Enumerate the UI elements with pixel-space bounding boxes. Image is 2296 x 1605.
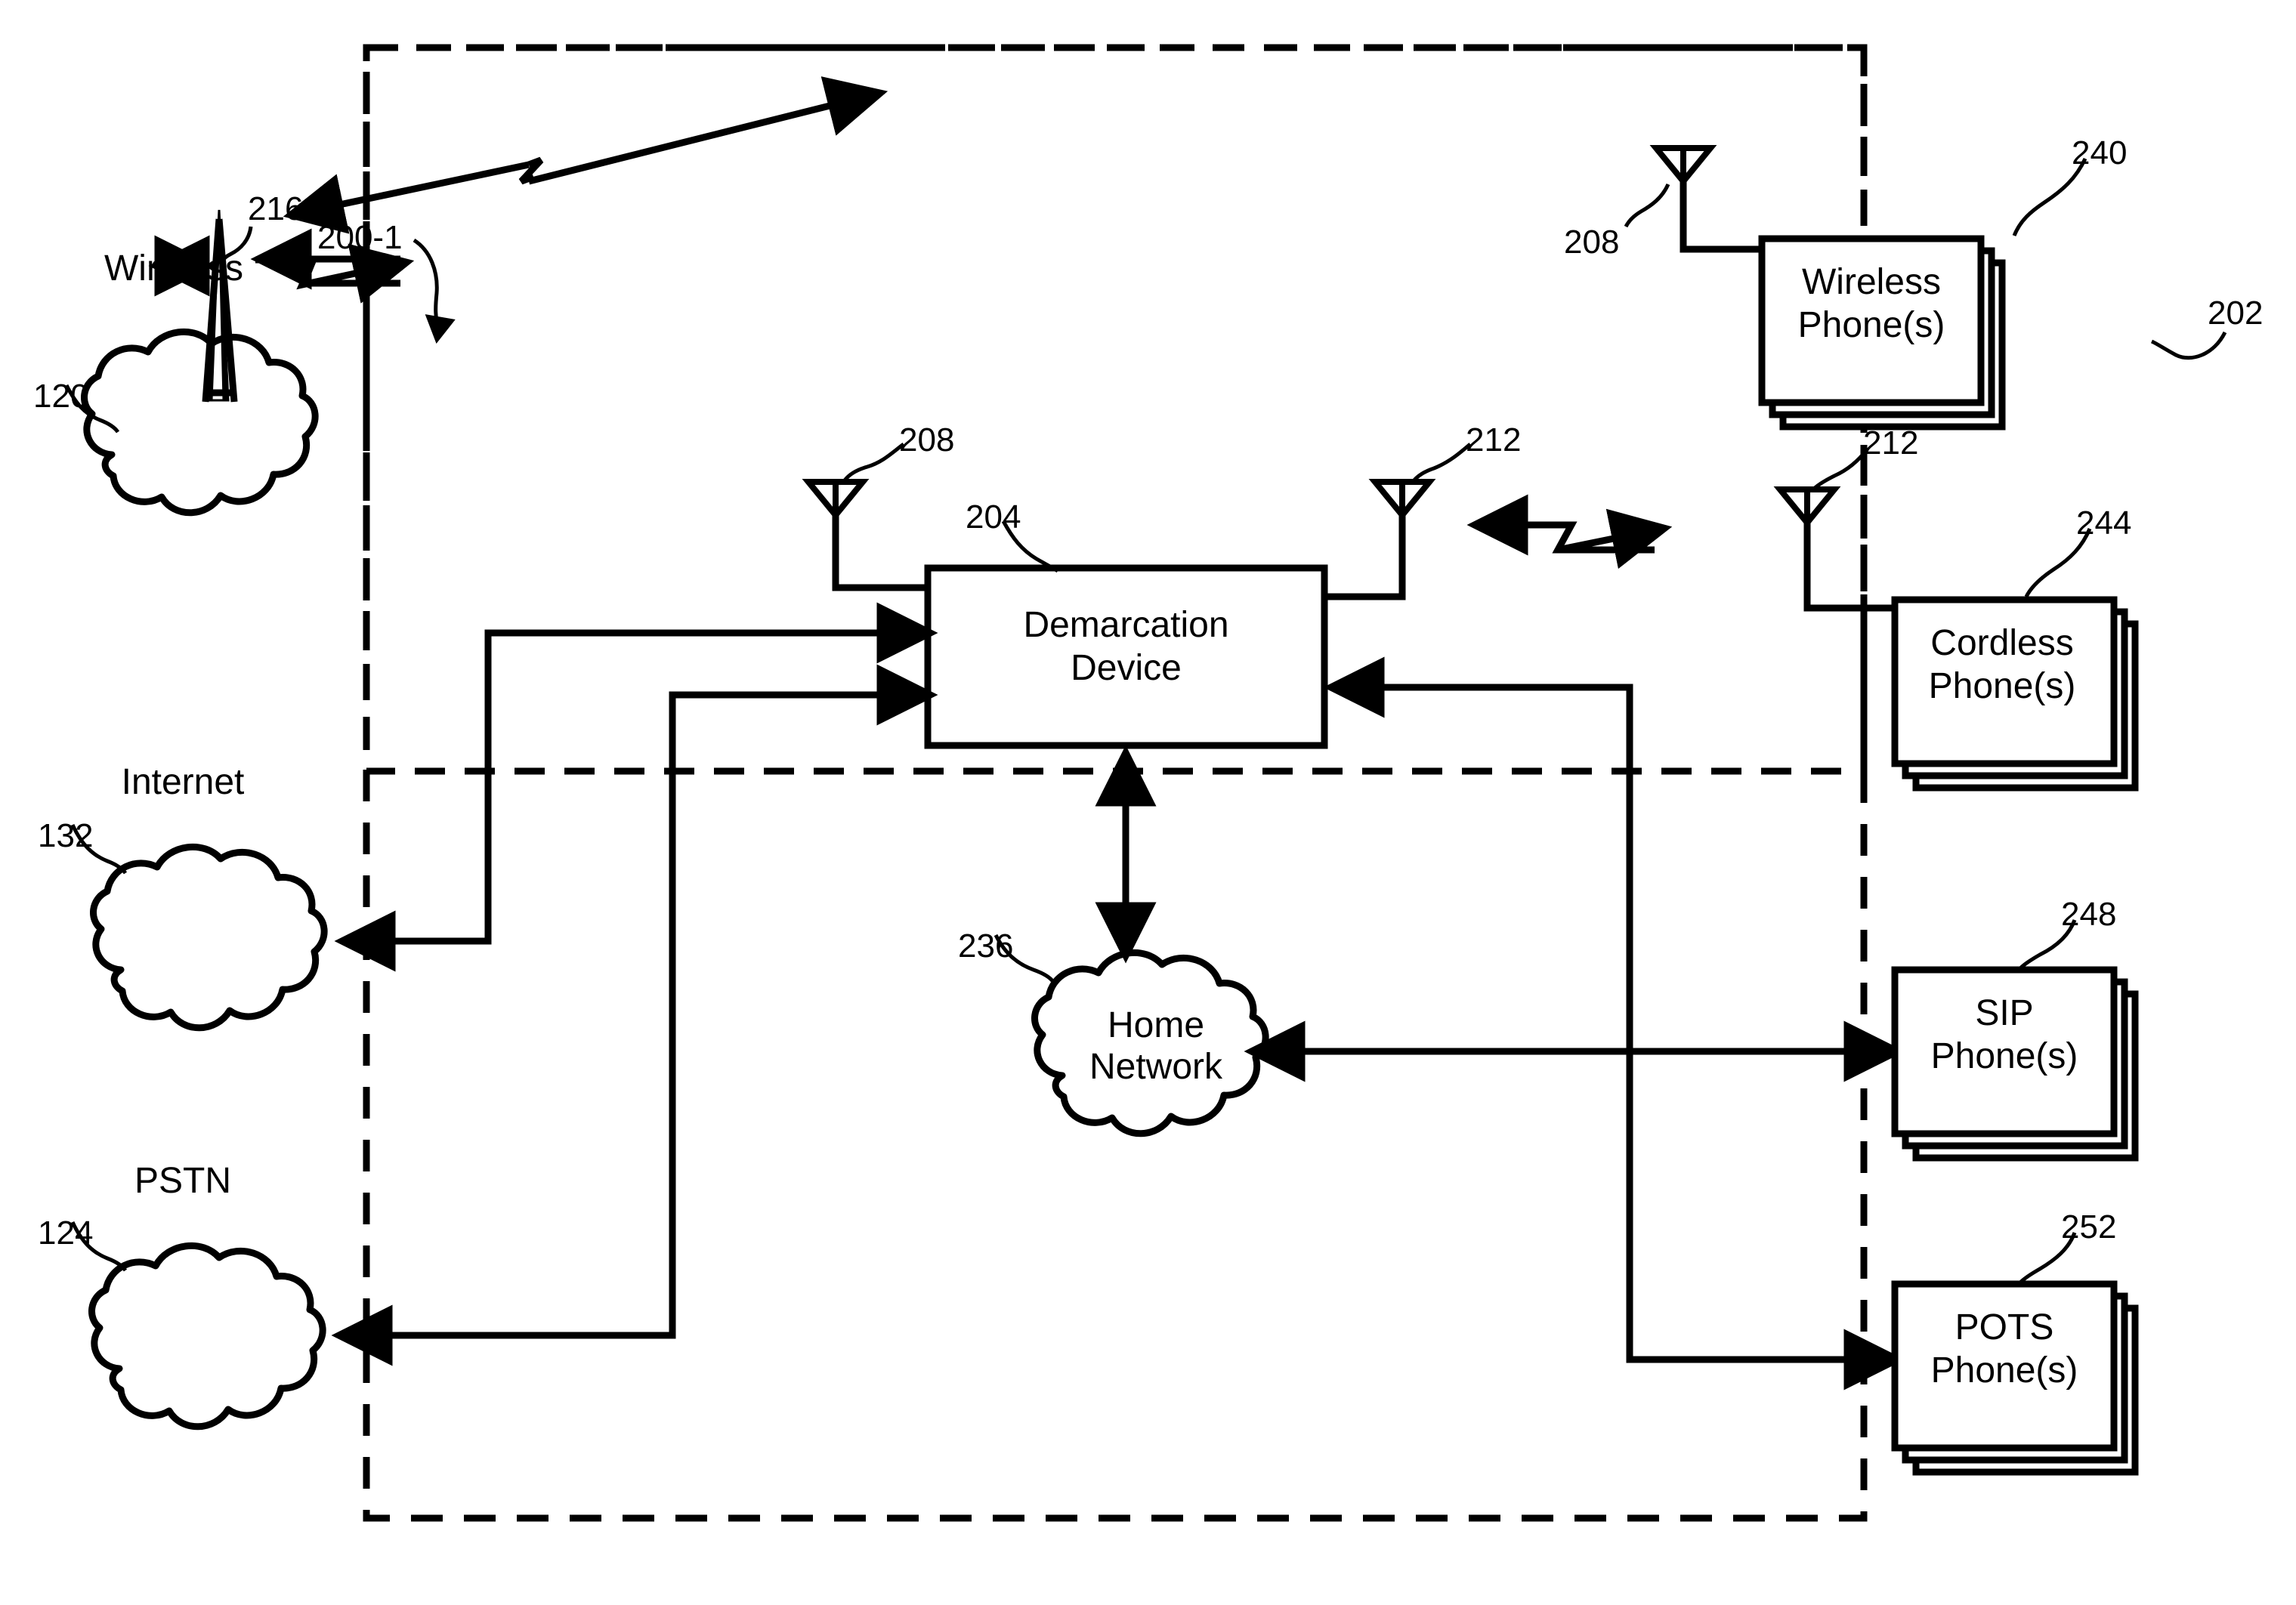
pstn-cloud-shape	[88, 1242, 326, 1431]
ref-244: 244	[2076, 505, 2132, 542]
home-network-cloud-label: Home Network	[1089, 1005, 1223, 1088]
leader-200-1	[413, 238, 440, 327]
antenna-demarc-cellular-glyph	[802, 479, 884, 591]
ref-248: 248	[2061, 896, 2117, 933]
leader-212-demarc	[1411, 443, 1472, 483]
sip-phones-label: SIP Phone(s)	[1930, 993, 2078, 1076]
demarcation-device-label: Demarcation Device	[1023, 605, 1229, 688]
pstn-cloud-label: PSTN	[134, 1161, 231, 1201]
ref-212-demarc: 212	[1466, 421, 1522, 458]
rf-link-tower-to-wireless-phone-left	[283, 161, 530, 234]
ref-208-phone: 208	[1564, 224, 1620, 261]
ref-202: 202	[2208, 295, 2264, 332]
ref-212-phone: 212	[1863, 424, 1919, 461]
wire-demarc-to-internet	[334, 602, 938, 972]
internet-cloud-shape	[90, 843, 328, 1032]
wireless-cloud-shape	[81, 328, 319, 517]
rf-link-tower-to-wireless-phone-right	[527, 76, 888, 185]
ref-124: 124	[38, 1215, 94, 1252]
internet-cloud-label: Internet	[121, 762, 245, 802]
ref-208-demarc: 208	[899, 421, 955, 458]
ref-236: 236	[958, 928, 1014, 965]
patent-figure: 200-1 202 120 216 132 124 236 204 208 21…	[0, 0, 2296, 1605]
antenna-demarc-cordless-glyph	[1315, 479, 1436, 600]
wireless-phones-label: Wireless Phone(s)	[1797, 262, 1945, 345]
ref-204: 204	[966, 498, 1021, 536]
wireless-cloud-label: Wireless	[104, 248, 243, 289]
cordless-phones-label: Cordless Phone(s)	[1928, 623, 2076, 706]
leader-208-demarc	[843, 443, 905, 482]
antenna-cordless-phone-glyph	[1773, 486, 1895, 612]
leader-202	[2150, 331, 2227, 360]
ref-240: 240	[2072, 134, 2128, 171]
ref-200-1: 200-1	[317, 219, 403, 256]
antenna-wireless-phone-glyph	[1649, 145, 1771, 253]
ref-216: 216	[248, 190, 304, 227]
demarcation-device-rect	[476, 286, 671, 371]
ref-120: 120	[33, 378, 89, 415]
leader-212-phone	[1812, 447, 1869, 491]
premises-dashed-boundary	[363, 44, 1868, 1522]
wire-demarc-to-pstn	[331, 664, 938, 1366]
wire-demarc-to-pots	[1323, 656, 1905, 1390]
pots-phones-label: POTS Phone(s)	[1930, 1307, 2078, 1390]
leader-200-1-arrowhead	[425, 314, 456, 344]
ref-132: 132	[38, 817, 94, 854]
leader-208-phone	[1624, 183, 1670, 228]
ref-252: 252	[2061, 1208, 2117, 1245]
